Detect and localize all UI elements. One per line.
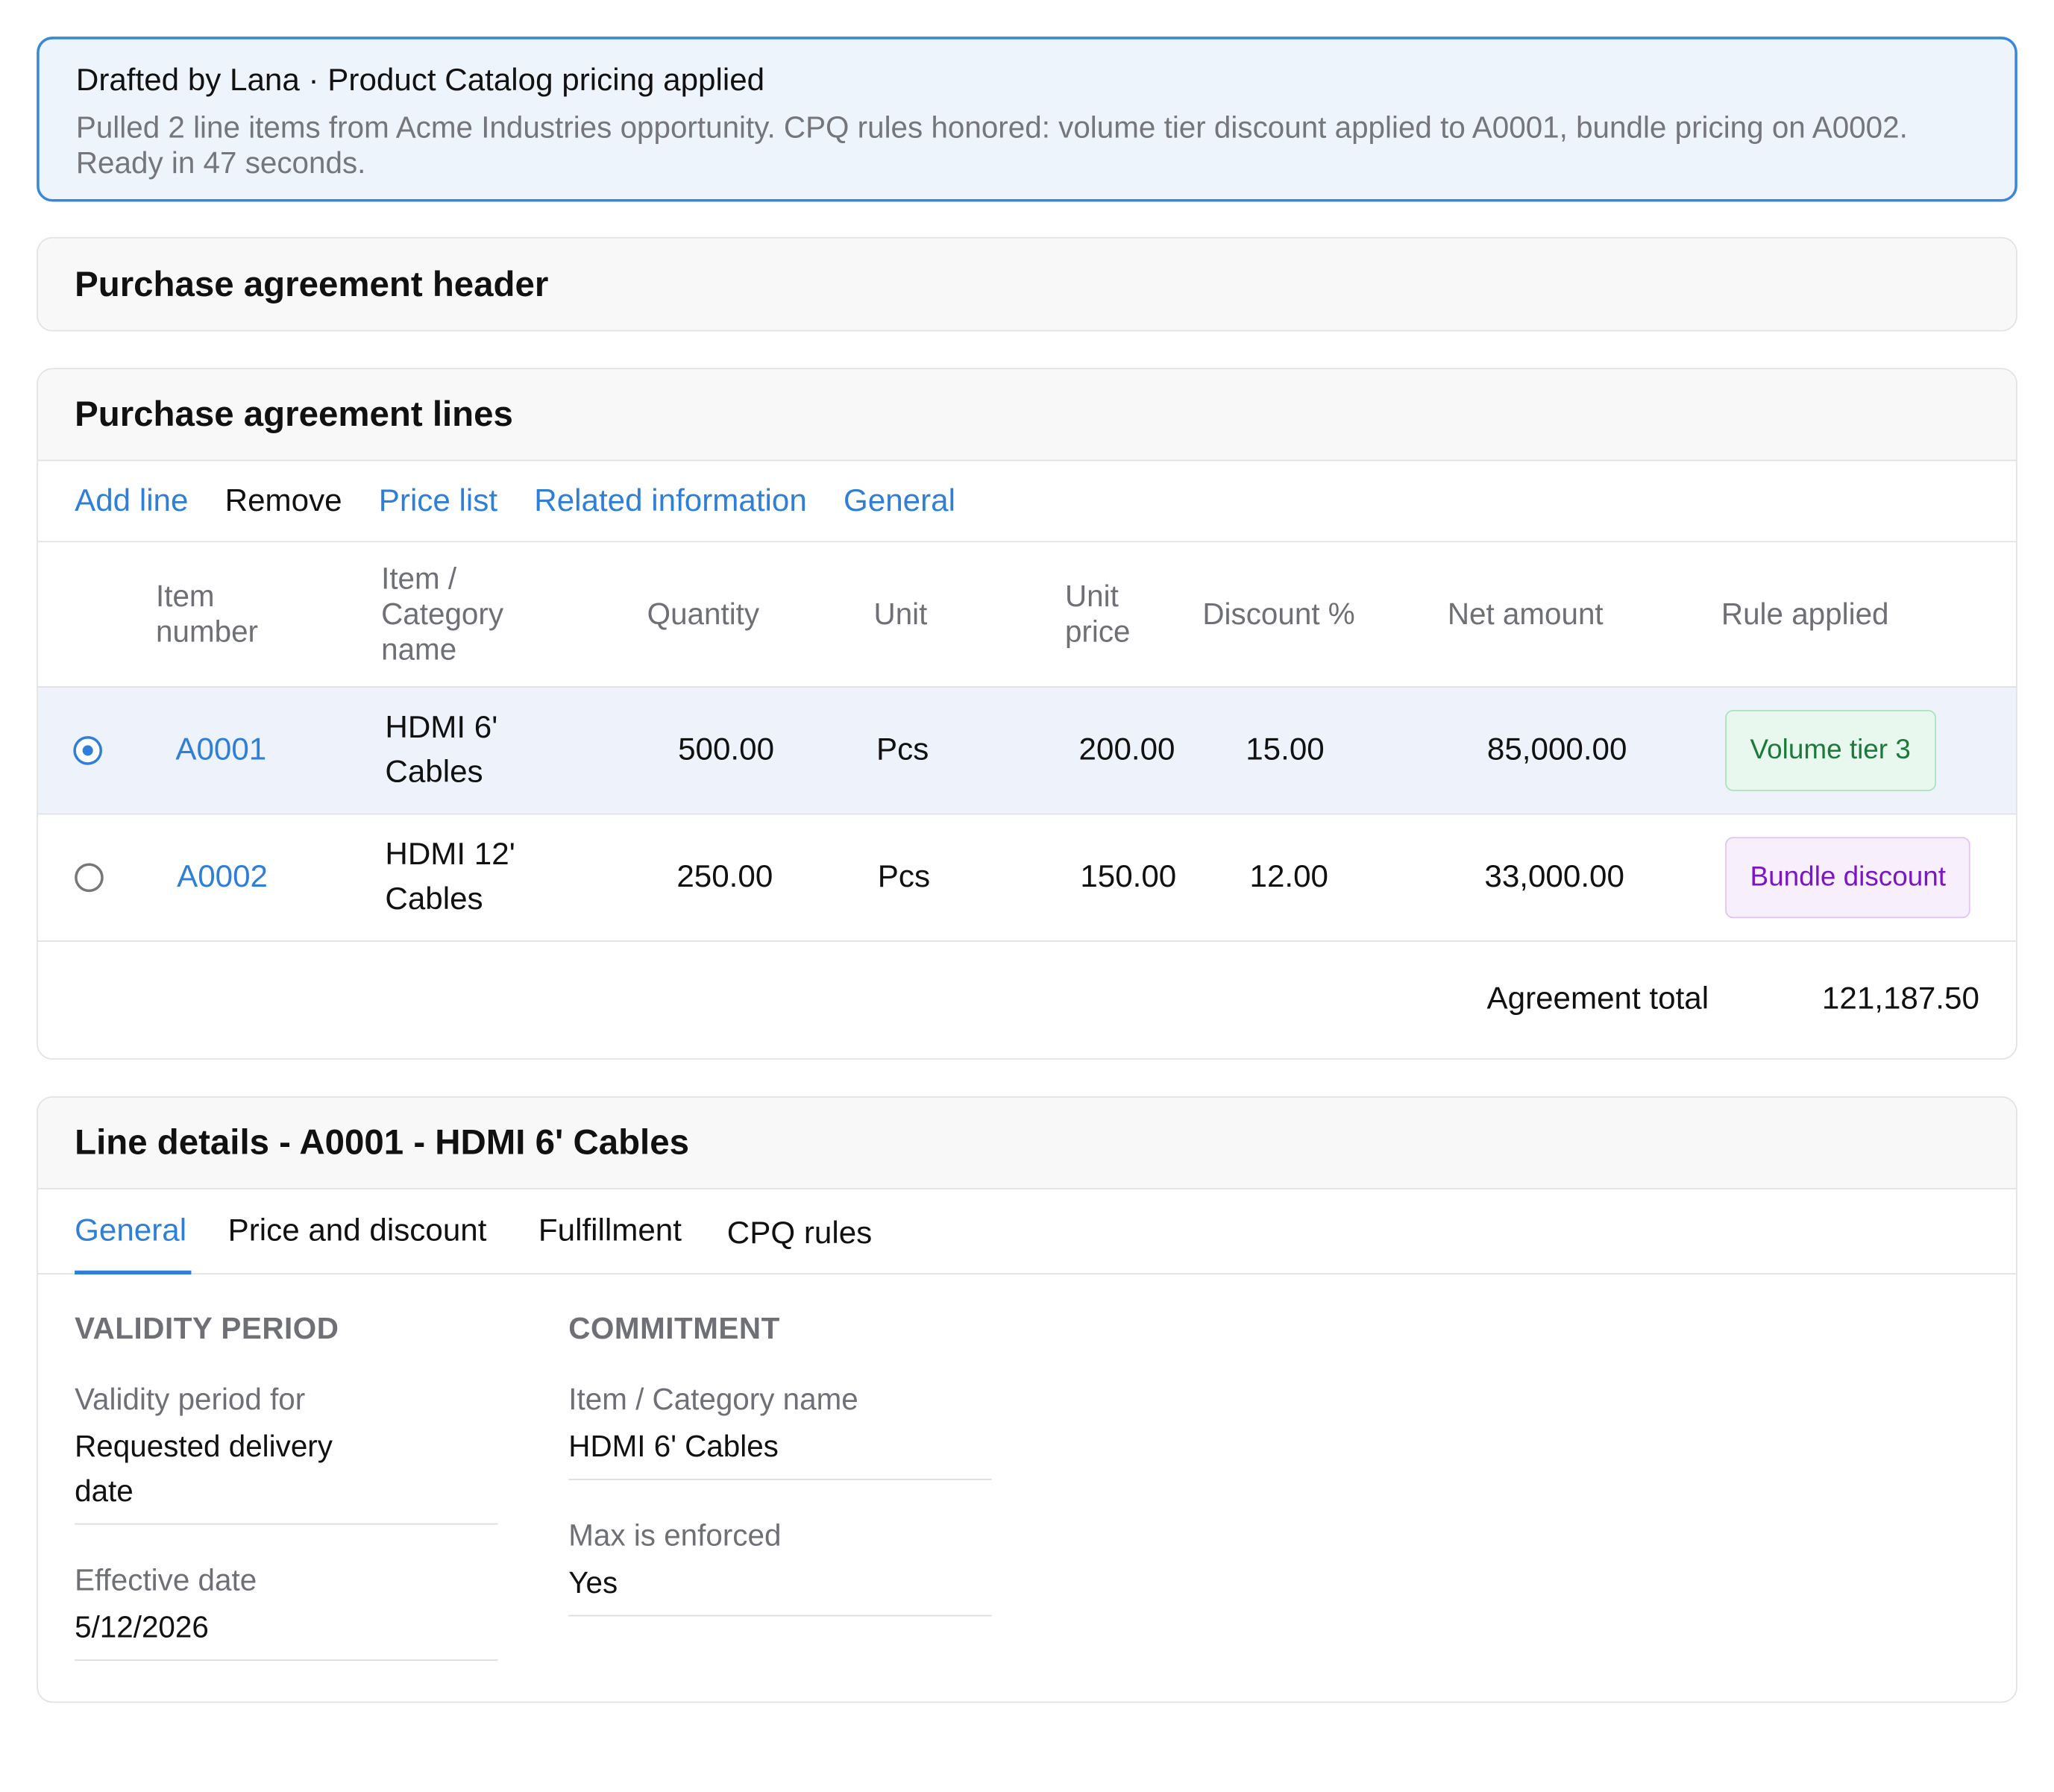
radio-selected-icon xyxy=(73,736,102,765)
line-details-section: Line details - A0001 - HDMI 6' Cables Ge… xyxy=(37,1096,2017,1703)
quantity: 250.00 xyxy=(676,859,773,895)
page: Drafted by Lana · Product Catalog pricin… xyxy=(0,0,2054,1792)
related-information-button[interactable]: Related information xyxy=(534,482,807,519)
net-amount: 85,000.00 xyxy=(1486,732,1627,768)
column-header-unit-price[interactable]: Unit price xyxy=(1065,579,1170,650)
tab-cpq-rules[interactable]: CPQ rules xyxy=(727,1216,872,1252)
radio-unselected-icon xyxy=(75,863,104,893)
field-divider xyxy=(75,1523,498,1525)
unit: Pcs xyxy=(877,859,931,895)
quantity: 500.00 xyxy=(678,732,775,768)
field-label: Max is enforced xyxy=(568,1518,782,1553)
line-details-tabs: General Price and discount Fulfillment C… xyxy=(37,1189,2017,1274)
item-name: HDMI 6' Cables xyxy=(385,709,498,790)
add-line-button[interactable]: Add line xyxy=(75,482,188,519)
agreement-total-row: Agreement total 121,187.50 xyxy=(38,942,2016,1057)
lines-table-header: Item number Item / Category name Quantit… xyxy=(37,542,2017,688)
field-label: Effective date xyxy=(75,1562,257,1597)
table-row[interactable]: A0002 HDMI 12' Cables 250.00 Pcs 150.00 … xyxy=(37,814,2017,942)
row-select-radio[interactable] xyxy=(73,736,102,765)
column-header-rule-applied[interactable]: Rule applied xyxy=(1721,597,1944,632)
banner-description: Pulled 2 line items from Acme Industries… xyxy=(75,110,1908,180)
agreement-total-value: 121,187.50 xyxy=(1821,981,1979,1016)
tab-fulfillment[interactable]: Fulfillment xyxy=(538,1213,682,1249)
table-row[interactable]: A0001 HDMI 6' Cables 500.00 Pcs 200.00 1… xyxy=(37,688,2017,815)
purchase-agreement-lines-section: Purchase agreement lines Add line Remove… xyxy=(37,368,2017,1060)
column-header-unit[interactable]: Unit xyxy=(874,597,979,632)
item-name: HDMI 12' Cables xyxy=(385,837,515,917)
item-number-link[interactable]: A0002 xyxy=(177,855,268,900)
discount: 15.00 xyxy=(1246,732,1325,768)
active-tab-indicator xyxy=(75,1270,192,1274)
banner-title: Drafted by Lana · Product Catalog pricin… xyxy=(75,63,765,98)
agreement-total-label: Agreement total xyxy=(1486,981,1709,1016)
column-header-item-category-name[interactable]: Item / Category name xyxy=(381,562,551,667)
lines-toolbar: Add line Remove Price list Related infor… xyxy=(37,461,2017,543)
unit-price: 150.00 xyxy=(1080,859,1177,895)
item-number-link[interactable]: A0001 xyxy=(175,729,266,773)
column-header-item-number[interactable]: Item number xyxy=(156,579,300,650)
discount: 12.00 xyxy=(1249,859,1328,895)
unit: Pcs xyxy=(876,732,929,768)
max-is-enforced-field[interactable]: Max is enforced Yes xyxy=(568,1515,992,1617)
column-header-quantity[interactable]: Quantity xyxy=(647,597,791,632)
section-title: Line details - A0001 - HDMI 6' Cables xyxy=(37,1097,2017,1189)
field-value: 5/12/2026 xyxy=(75,1605,498,1661)
general-button[interactable]: General xyxy=(844,482,955,519)
field-value: Requested delivery date xyxy=(75,1429,333,1508)
tab-general[interactable]: General xyxy=(75,1213,186,1249)
tab-price-and-discount[interactable]: Price and discount xyxy=(228,1213,487,1249)
field-value: Yes xyxy=(568,1560,992,1617)
purchase-agreement-header-section[interactable]: Purchase agreement header xyxy=(37,236,2017,332)
field-value: HDMI 6' Cables xyxy=(568,1424,992,1480)
price-list-button[interactable]: Price list xyxy=(379,482,497,519)
remove-button[interactable]: Remove xyxy=(225,482,342,519)
net-amount: 33,000.00 xyxy=(1484,859,1624,895)
section-title: Purchase agreement lines xyxy=(37,369,2017,462)
ai-draft-banner: Drafted by Lana · Product Catalog pricin… xyxy=(37,37,2017,202)
column-header-net-amount[interactable]: Net amount xyxy=(1448,597,1657,632)
effective-date-field[interactable]: Effective date 5/12/2026 xyxy=(75,1560,498,1661)
column-header-discount[interactable]: Discount % xyxy=(1202,597,1386,632)
field-label: Validity period for xyxy=(75,1382,306,1416)
field-label: Item / Category name xyxy=(568,1382,858,1416)
unit-price: 200.00 xyxy=(1078,732,1175,768)
section-title[interactable]: Purchase agreement header xyxy=(37,238,2017,330)
commitment-heading: COMMITMENT xyxy=(568,1311,780,1345)
row-select-radio[interactable] xyxy=(75,863,104,893)
rule-badge: Bundle discount xyxy=(1725,837,1971,919)
validity-period-for-field[interactable]: Validity period for Requested delivery d… xyxy=(75,1379,498,1525)
validity-period-heading: VALIDITY PERIOD xyxy=(75,1311,339,1345)
item-category-name-field[interactable]: Item / Category name HDMI 6' Cables xyxy=(568,1379,992,1480)
rule-badge: Volume tier 3 xyxy=(1725,709,1936,791)
